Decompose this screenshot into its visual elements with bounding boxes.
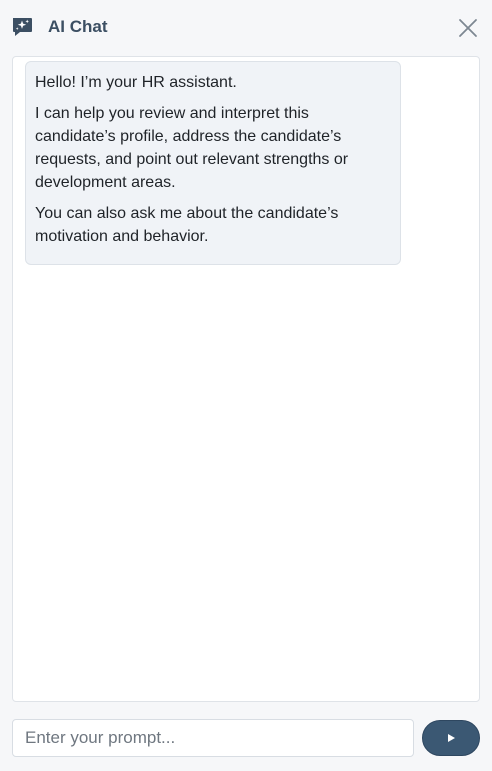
close-icon[interactable] [457, 17, 479, 39]
message-paragraph: You can also ask me about the candidate’… [35, 205, 339, 245]
message-paragraph: Hello! I’m your HR assistant. [35, 74, 237, 91]
prompt-input-container [12, 719, 414, 757]
send-button[interactable] [422, 720, 480, 756]
play-send-icon [448, 734, 455, 742]
message-paragraph: I can help you review and interpret this… [35, 105, 349, 191]
ai-chat-sparkle-icon [13, 18, 32, 36]
ai-chat-panel: AI Chat Hello! I’m your HR assistant. I … [0, 0, 492, 771]
chat-header: AI Chat [0, 0, 492, 56]
assistant-message-bubble: Hello! I’m your HR assistant. I can help… [25, 61, 401, 265]
chat-title: AI Chat [48, 17, 108, 36]
prompt-input[interactable] [13, 720, 413, 756]
message-list[interactable]: Hello! I’m your HR assistant. I can help… [12, 56, 480, 702]
